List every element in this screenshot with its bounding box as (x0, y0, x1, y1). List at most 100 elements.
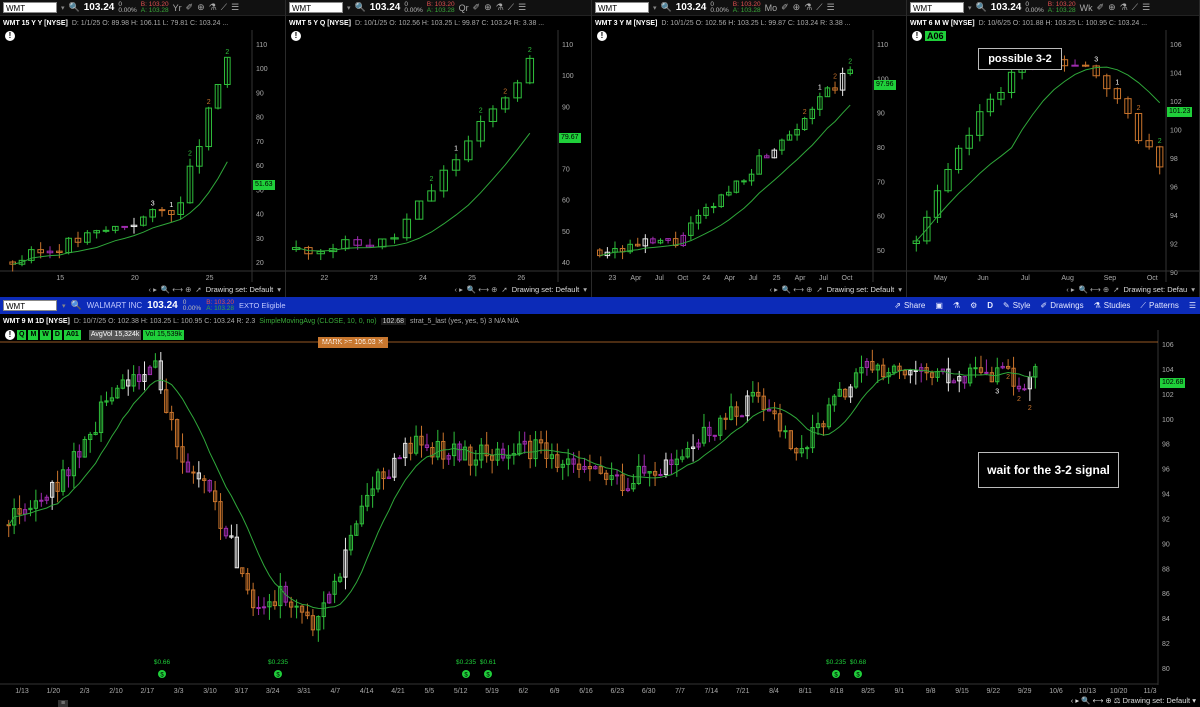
strat-marker: 3 (1094, 57, 1098, 64)
drawing-set-select[interactable]: Drawing set: Default (206, 285, 274, 294)
dividend-label: $0.66 (154, 659, 171, 666)
candle-body (207, 479, 212, 492)
candle-body (289, 601, 294, 608)
candle-body (984, 371, 989, 374)
cursor-icon[interactable]: ➚ (816, 285, 822, 294)
mark-alert-tag[interactable]: MARK >= 106.03 ✕ (318, 337, 388, 348)
candle-body (741, 180, 747, 183)
candle-body (946, 368, 951, 384)
snapshot-icon[interactable]: ▣ (935, 301, 943, 310)
cursor-icon[interactable]: ➚ (501, 285, 507, 294)
x-axis-label: 25 (468, 275, 476, 282)
candle-body (500, 448, 506, 459)
alert-icon[interactable]: ! (5, 330, 15, 340)
y-axis-label: 50 (877, 248, 885, 255)
y-axis-label: 96 (1170, 185, 1178, 192)
annotation-wait-signal[interactable]: wait for the 3-2 signal (978, 452, 1119, 488)
y-axis-label: 100 (256, 66, 268, 73)
zoom-icon[interactable]: 🔍 ⟷ ⊕ (1079, 285, 1110, 294)
x-axis-label: Sep (1104, 275, 1117, 282)
patterns-button[interactable]: ⟋ Patterns (1140, 301, 1178, 311)
zoom-icon[interactable]: 🔍 ⟷ ⊕ (161, 285, 192, 294)
y-axis-label: 98 (1170, 156, 1178, 163)
style-button[interactable]: ✎ Style (1003, 301, 1031, 310)
strat-marker: 3 (995, 389, 999, 396)
strat-marker: 2 (1017, 396, 1021, 403)
candle-body (278, 585, 283, 607)
dividend-icon (832, 670, 840, 678)
candle-body (392, 457, 397, 478)
drawing-set-select[interactable]: Drawing set: Default (827, 285, 895, 294)
scroll-handle[interactable]: ≡ (58, 700, 68, 707)
main-symbol-input[interactable]: WMT (3, 300, 57, 311)
candle-body (848, 386, 853, 398)
candle-body (430, 446, 435, 458)
candle-body (739, 415, 745, 418)
y-axis-label: 70 (877, 179, 885, 186)
candle-body (321, 602, 326, 618)
y-axis-label: 92 (1170, 242, 1178, 249)
candle-body (305, 611, 310, 617)
candle-body (962, 376, 967, 384)
cursor-icon[interactable]: ➚ (1113, 285, 1119, 294)
dividend-icon (462, 670, 470, 678)
x-axis-label: 23 (370, 275, 378, 282)
exto-eligible-label: EXTO Eligible (239, 301, 286, 310)
nav-arrows-icon[interactable]: ‹ ▸ (455, 285, 463, 294)
strat-study-label[interactable]: strat_5_last (yes, yes, 5) 3 N/A N/A (410, 318, 519, 325)
menu-icon[interactable]: ☰ (1189, 301, 1196, 310)
nav-arrows-icon[interactable]: ‹ ▸ (1066, 285, 1074, 294)
nav-arrows-icon[interactable]: ‹ ▸ (149, 285, 157, 294)
strat-marker: 1 (454, 146, 458, 153)
share-button[interactable]: ⇗ Share (894, 301, 925, 310)
chart-panel-4[interactable]: WMT ▾ 🔍 103.24 0 0.00% B: 103.20 A: 103.28… (907, 0, 1200, 297)
strat-marker: 2 (1137, 105, 1141, 112)
drawing-set-select[interactable]: Drawing set: Defau (1123, 285, 1187, 294)
panel-chart-area[interactable]: 110100908070605040222324252622212 (286, 0, 592, 297)
nav-arrows-icon[interactable]: ‹ ▸ (770, 285, 778, 294)
annotation-possible-3-2[interactable]: possible 3-2 (978, 48, 1062, 70)
candle-body (468, 446, 473, 466)
candle-body (913, 370, 918, 373)
symbol-dropdown-icon[interactable]: ▾ (62, 302, 66, 310)
strat-marker: 3 (151, 200, 155, 207)
candle-body (44, 496, 49, 501)
main-drawing-set[interactable]: ‹ ▸ 🔍 ⟷ ⊕ ⚖ Drawing set: Default ▾ (1071, 696, 1196, 705)
flask-icon[interactable]: ⚗ (953, 301, 960, 310)
panel-chart-area[interactable]: 1061041021009896949290May Jun Jul Aug Sep Oct… (907, 0, 1200, 297)
zoom-icon[interactable]: 🔍 ⟷ ⊕ (467, 285, 498, 294)
panel-chart-area[interactable]: 110100908070605040302015 20 2522213 (0, 0, 286, 297)
candle-body (511, 453, 516, 456)
strat-marker: 2 (1158, 138, 1162, 145)
candle-body (158, 360, 163, 391)
symbol-search-icon[interactable]: 🔍 (71, 300, 82, 311)
main-ohlc: D: 10/7/25 O: 102.38 H: 103.25 L: 100.95… (73, 317, 256, 325)
studies-button[interactable]: ⚗ Studies (1094, 301, 1131, 310)
drawings-button[interactable]: ✐ Drawings (1041, 301, 1084, 310)
price-tag: 79.67 (559, 133, 581, 144)
main-change: 0 0.00% (182, 298, 202, 312)
aggregation-button[interactable]: D (987, 301, 993, 310)
candle-body (66, 469, 71, 477)
zoom-icon[interactable]: 🔍 ⟷ ⊕ (782, 285, 813, 294)
chart-panel-1[interactable]: WMT ▾ 🔍 103.24 0 0.00% B: 103.20 A: 103.28… (0, 0, 286, 297)
candle-body (685, 448, 690, 458)
candle-body (413, 435, 419, 454)
tf-a01-badge: A01 (63, 329, 81, 340)
drawing-set-select[interactable]: Drawing set: Default (512, 285, 580, 294)
sma-study-label[interactable]: SimpleMovingAvg (CLOSE, 10, 0, no) (259, 318, 376, 325)
candle-body (642, 465, 647, 474)
cursor-icon[interactable]: ➚ (195, 285, 201, 294)
y-axis-label: 60 (877, 214, 885, 221)
candle-body (102, 229, 110, 232)
candle-body (316, 616, 321, 631)
candle-body (223, 527, 229, 537)
candle-body (929, 372, 935, 378)
chart-panel-2[interactable]: WMT ▾ 🔍 103.24 0 0.00% B: 103.20 A: 103.28… (286, 0, 592, 297)
gear-icon[interactable]: ⚙ (970, 301, 977, 310)
candle-body (131, 374, 136, 387)
candle-body (142, 374, 147, 382)
chart-panel-3[interactable]: WMT ▾ 🔍 103.24 0 0.00% B: 103.20 A: 103.28… (592, 0, 907, 297)
panel-chart-area[interactable]: 110100908070605023AprJulOct24AprJul25Apr… (592, 0, 907, 297)
panel-bottom-bar: ‹ ▸ 🔍 ⟷ ⊕ ➚ Drawing set: Defau ▾ (1066, 285, 1195, 294)
